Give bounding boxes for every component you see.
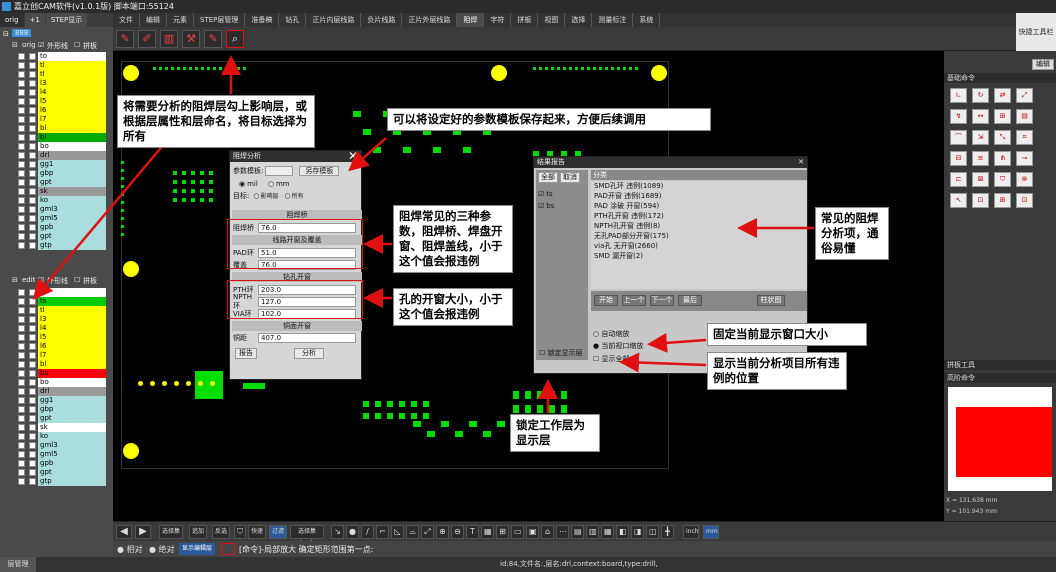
draw-tool-icon[interactable]: ⊕ [436,525,449,539]
display-edit-layer-button[interactable]: 显示编辑层 [179,543,216,555]
draw-tool-icon[interactable]: ⌂ [541,525,554,539]
draw-tool-icon[interactable]: ▭ [511,525,524,539]
quick-button[interactable]: 快速 [248,525,266,539]
bottom-toolbar: ◀ ▶ 选择集 追加 反选 ⛉ 快速 过滤 选择集dcode ↘●/⌐◺⌓⤢⊕⊖… [113,521,1056,547]
layer-color-swatch[interactable] [221,543,235,555]
draw-tool-icon[interactable]: ⌓ [406,525,419,539]
arrow-c6 [647,332,707,353]
draw-tool-icon[interactable]: ◨ [631,525,644,539]
draw-tool-icon[interactable]: T [466,525,479,539]
arrow-c7 [619,352,707,373]
callout-lock-layer: 锁定工作层为显示层 [510,414,600,452]
draw-tool-icon[interactable]: ⋯ [556,525,569,539]
absolute-row: ● 绝对 [149,545,175,554]
draw-tool-icon[interactable]: ▣ [526,525,539,539]
mm-button[interactable]: mm [703,525,719,539]
layer-manage-tab[interactable]: 层管理 [0,557,36,572]
filter-button[interactable]: 过滤 [269,525,287,539]
draw-tool-icon[interactable]: ⤢ [421,525,434,539]
callout-show-all: 显示当前分析项目所有违例的位置 [707,352,847,390]
arrow-c2 [348,137,387,172]
callout-affect-layer: 将需要分析的阻焊层勾上影响层，或根据层属性和层命名，将目标选择为所有 [117,95,315,148]
draw-tool-icon[interactable]: ▥ [586,525,599,539]
draw-tool-icon[interactable]: ▦ [481,525,494,539]
callout-three-params: 阻焊常见的三种参数，阻焊桥、焊盘开窗、阻焊盖线，小于这个值会报违例 [393,205,513,273]
arrow-left-icon[interactable]: ◀ [116,525,132,539]
relative-row: ● 相对 [117,545,143,554]
status-bar: 层管理 id:84,文件名:,层名:drl,context:board,type… [0,557,1056,572]
callout-common-items: 常见的阻焊分析项，通俗易懂 [815,207,889,260]
append-button[interactable]: 追加 [189,525,207,539]
dcode-button[interactable]: 选择集dcode [290,525,324,547]
status-row: ● 相对 ● 绝对 显示编辑层 [命令]-局部放大 确定矩形范围第一点: [113,541,1056,557]
arrow-right-icon[interactable]: ▶ [135,525,151,539]
callout-save-template: 可以将设定好的参数模板保存起来，方便后续调用 [387,108,711,131]
invert-button[interactable]: 反选 [212,525,230,539]
filter-icon[interactable]: ⛉ [234,525,246,539]
callout-hole-window: 孔的开窗大小，小于这个值会报违例 [393,288,513,326]
draw-tool-icon[interactable]: ▤ [571,525,584,539]
absolute-radio[interactable]: ● [149,545,156,554]
draw-tool-icon[interactable]: ╋ [661,525,674,539]
command-prompt: [命令]-局部放大 确定矩形范围第一点: [239,545,374,554]
draw-tool-icon[interactable]: ◧ [616,525,629,539]
callout-fix-window: 固定当前显示窗口大小 [707,323,867,346]
annotation-arrows [32,55,814,413]
inch-button[interactable]: inch [683,525,699,539]
draw-tool-icon[interactable]: ● [346,525,359,539]
draw-tool-icon[interactable]: ⊞ [496,525,509,539]
draw-tool-icon[interactable]: ⊖ [451,525,464,539]
draw-tool-icon[interactable]: ↘ [331,525,344,539]
draw-tool-icon[interactable]: ◺ [391,525,404,539]
arrow-c1-panel [32,142,166,300]
status-text: id:84,文件名:,层名:drl,context:board,type:dri… [500,560,658,568]
relative-radio[interactable]: ● [117,545,124,554]
draw-tool-icon[interactable]: / [361,525,374,539]
draw-tool-icon[interactable]: ⌐ [376,525,389,539]
draw-tool-icon[interactable]: ▦ [601,525,614,539]
select-set-button[interactable]: 选择集 [159,525,183,539]
draw-tool-icon[interactable]: ◫ [646,525,659,539]
